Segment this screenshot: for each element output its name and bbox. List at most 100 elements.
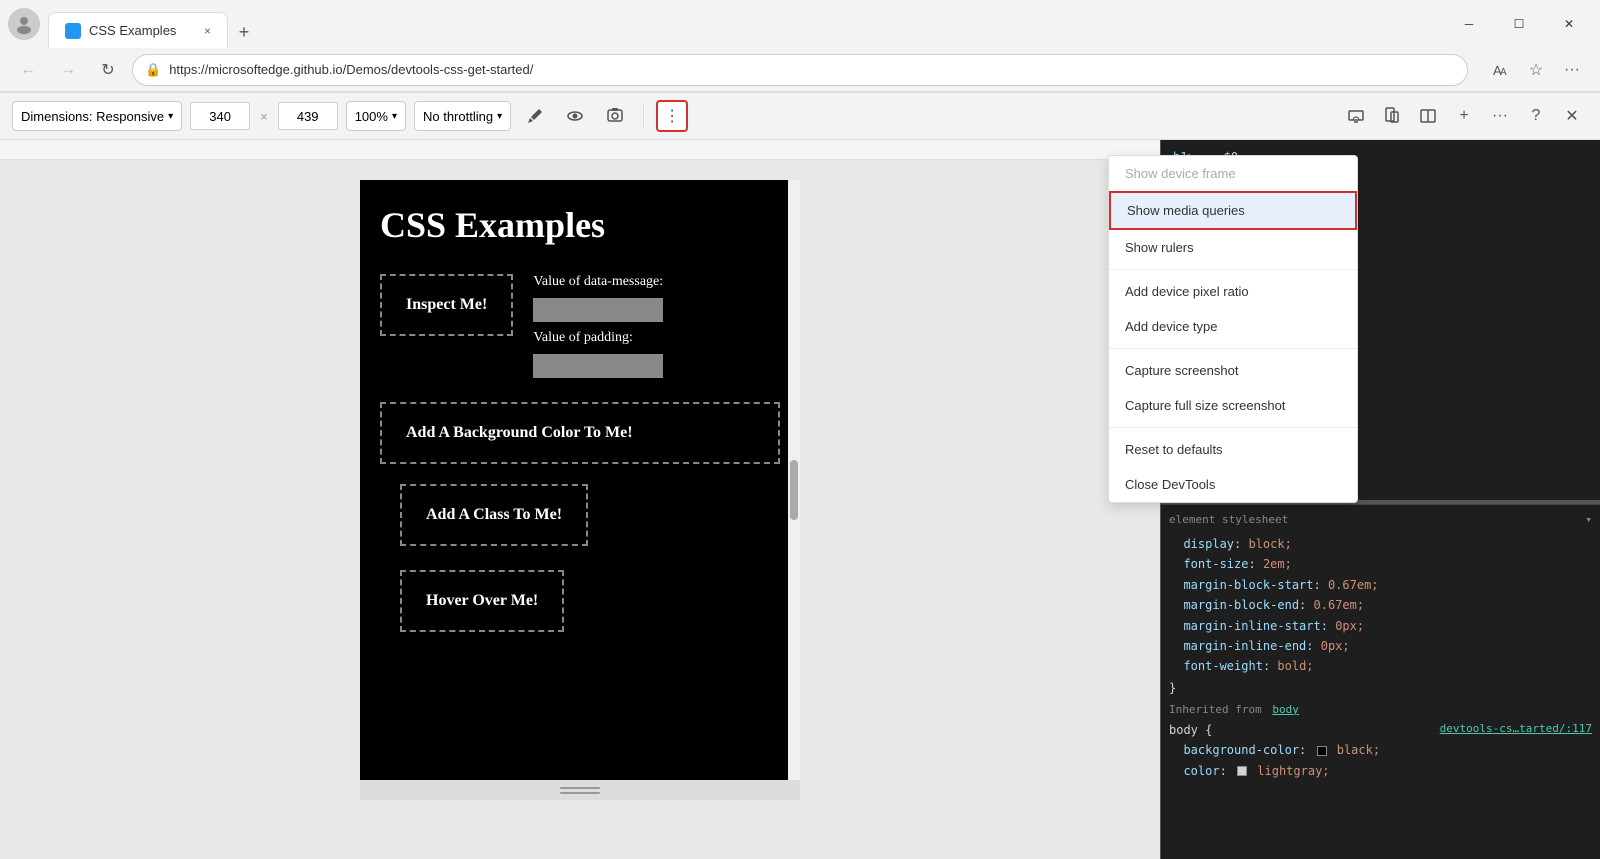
width-input[interactable] [190, 102, 250, 130]
bottom-line-2 [560, 792, 600, 794]
inspect-label: Inspect Me! [406, 296, 487, 313]
favorites-button[interactable]: ☆ [1520, 54, 1552, 86]
browser-action-buttons: AA ☆ ··· [1484, 54, 1588, 86]
throttling-chevron-icon: ▾ [497, 111, 502, 122]
add-device-pixel-ratio-label: Add device pixel ratio [1125, 284, 1249, 299]
css-prop-value-mbs: 0.67em; [1328, 578, 1379, 592]
dimensions-label: Dimensions: Responsive [21, 109, 164, 124]
menu-item-capture-full-screenshot[interactable]: Capture full size screenshot [1109, 388, 1357, 423]
tab-strip: CSS Examples × + [48, 0, 1438, 48]
capture-full-screenshot-label: Capture full size screenshot [1125, 398, 1285, 413]
devtools-panel-actions: + ··· ? ✕ [1340, 100, 1588, 132]
close-devtools-button[interactable]: ✕ [1556, 100, 1588, 132]
css-prop-display: display: block; [1169, 534, 1592, 554]
css-prop-margin-block-start: margin-block-start: 0.67em; [1169, 575, 1592, 595]
css-body-color-prop: color [1183, 764, 1219, 778]
css-prop-value-fw: bold; [1277, 659, 1313, 673]
add-class-label: Add A Class To Me! [426, 506, 562, 524]
panel-add-button[interactable]: + [1448, 100, 1480, 132]
add-class-box[interactable]: Add A Class To Me! [400, 484, 588, 546]
device-screen: CSS Examples Inspect Me! Value of data-m… [360, 180, 800, 780]
profile-button[interactable] [8, 8, 40, 40]
inspect-button[interactable]: Inspect Me! [380, 274, 513, 336]
css-body-bg-prop: background-color [1183, 743, 1299, 757]
throttling-label: No throttling [423, 109, 493, 124]
bottom-line-1 [560, 787, 600, 789]
css-prop-value-font-size: 2em; [1263, 557, 1292, 571]
help-button[interactable]: ? [1520, 100, 1552, 132]
devtools-toolbar: Dimensions: Responsive ▾ × 100% ▾ No thr… [0, 92, 1600, 140]
sidebar-toggle-button[interactable] [1412, 100, 1444, 132]
css-panel: element stylesheet ▾ display: block; fon… [1161, 504, 1600, 859]
eye-button[interactable] [559, 100, 591, 132]
css-close-brace: } [1169, 681, 1592, 695]
hover-box[interactable]: Hover Over Me! [400, 570, 564, 632]
tab-favicon [65, 23, 81, 39]
size-group: × [190, 102, 338, 130]
screen-cast-button[interactable] [1340, 100, 1372, 132]
css-prop-margin-block-end: margin-block-end: 0.67em; [1169, 595, 1592, 615]
menu-item-add-device-type[interactable]: Add device type [1109, 309, 1357, 344]
size-separator: × [256, 109, 272, 124]
tab-title: CSS Examples [89, 23, 176, 38]
title-bar: CSS Examples × + ─ ☐ ✕ [0, 0, 1600, 48]
add-background-color-box[interactable]: Add A Background Color To Me! [380, 402, 780, 464]
screenshot-button[interactable] [599, 100, 631, 132]
new-tab-button[interactable]: + [228, 16, 260, 48]
lock-icon: 🔒 [145, 62, 161, 78]
minimize-button[interactable]: ─ [1446, 8, 1492, 40]
menu-item-close-devtools[interactable]: Close DevTools [1109, 467, 1357, 502]
reset-defaults-label: Reset to defaults [1125, 442, 1223, 457]
back-button[interactable]: ← [12, 54, 44, 86]
css-prop-font-weight: font-weight: bold; [1169, 656, 1592, 676]
css-prop-name-font-size: font-size [1183, 557, 1248, 571]
add-icon: + [1459, 107, 1468, 125]
throttling-select[interactable]: No throttling ▾ [414, 101, 511, 131]
dimensions-select[interactable]: Dimensions: Responsive ▾ [12, 101, 182, 131]
maximize-button[interactable]: ☐ [1496, 8, 1542, 40]
height-input[interactable] [278, 102, 338, 130]
menu-item-show-rulers[interactable]: Show rulers [1109, 230, 1357, 265]
css-prop-value-display: block; [1248, 537, 1291, 551]
menu-item-show-media-queries[interactable]: Show media queries [1109, 191, 1357, 230]
zoom-select[interactable]: 100% ▾ [346, 101, 406, 131]
css-prop-name-mbe: margin-block-end [1183, 598, 1299, 612]
data-message-label: Value of data-message: [533, 274, 663, 290]
css-inherited-body-link[interactable]: body [1272, 703, 1299, 716]
css-prop-value-mis: 0px; [1335, 619, 1364, 633]
scrollbar-thumb[interactable] [790, 460, 798, 520]
menu-item-capture-screenshot[interactable]: Capture screenshot [1109, 353, 1357, 388]
device-toggle-button[interactable] [1376, 100, 1408, 132]
url-bar[interactable]: 🔒 https://microsoftedge.github.io/Demos/… [132, 54, 1468, 86]
padding-value [533, 354, 663, 378]
refresh-button[interactable]: ↻ [92, 54, 124, 86]
css-section-title: element stylesheet [1169, 513, 1288, 526]
more-options-icon: ⋮ [664, 106, 680, 126]
css-body-bg: background-color: black; [1169, 740, 1592, 760]
devtools-more-button[interactable]: ··· [1484, 100, 1516, 132]
menu-item-reset-defaults[interactable]: Reset to defaults [1109, 432, 1357, 467]
menu-item-add-device-pixel-ratio[interactable]: Add device pixel ratio [1109, 274, 1357, 309]
device-scrollbar[interactable] [788, 180, 800, 780]
css-panel-header: element stylesheet ▾ [1169, 513, 1592, 526]
css-prop-value-mie: 0px; [1321, 639, 1350, 653]
tab-css-examples[interactable]: CSS Examples × [48, 12, 228, 48]
window-controls: ─ ☐ ✕ [1446, 8, 1592, 40]
close-button[interactable]: ✕ [1546, 8, 1592, 40]
capture-screenshot-label: Capture screenshot [1125, 363, 1238, 378]
css-prop-margin-inline-end: margin-inline-end: 0px; [1169, 636, 1592, 656]
dimensions-chevron-icon: ▾ [168, 111, 173, 122]
tab-close-button[interactable]: × [204, 24, 211, 38]
forward-button[interactable]: → [52, 54, 84, 86]
more-options-button[interactable]: ⋮ [656, 100, 688, 132]
browser-more-button[interactable]: ··· [1556, 54, 1588, 86]
read-aloud-button[interactable]: AA [1484, 54, 1516, 86]
css-expand-button[interactable]: ▾ [1585, 513, 1592, 526]
css-body-color: color: lightgray; [1169, 761, 1592, 781]
css-body-brace: { [1205, 723, 1212, 737]
menu-item-show-device-frame[interactable]: Show device frame [1109, 156, 1357, 191]
add-device-type-label: Add device type [1125, 319, 1218, 334]
css-body-source-link[interactable]: devtools-cs…tarted/:117 [1440, 720, 1592, 739]
eyedropper-button[interactable] [519, 100, 551, 132]
css-prop-margin-inline-start: margin-inline-start: 0px; [1169, 616, 1592, 636]
